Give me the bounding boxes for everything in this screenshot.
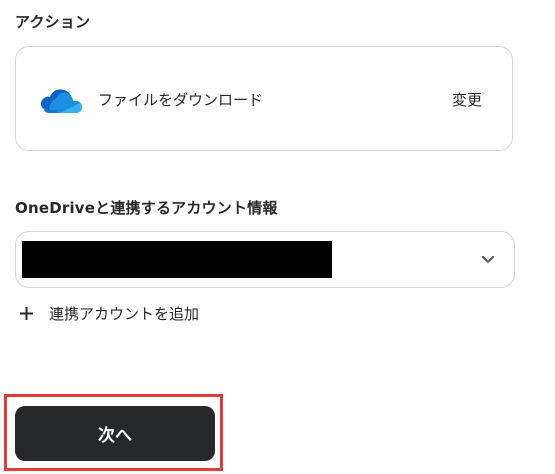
change-action-button[interactable]: 変更	[452, 89, 482, 110]
add-account-label: 連携アカウントを追加	[49, 304, 200, 323]
account-select[interactable]	[15, 231, 515, 288]
action-card: ファイルをダウンロード 変更	[15, 46, 513, 151]
redacted-account-value	[22, 241, 332, 278]
plus-icon	[18, 305, 35, 322]
account-section-label: OneDriveと連携するアカウント情報	[15, 199, 278, 217]
add-account-button[interactable]: 連携アカウントを追加	[18, 302, 199, 324]
onedrive-icon	[38, 84, 84, 116]
action-section-label: アクション	[15, 13, 91, 31]
action-name: ファイルをダウンロード	[98, 91, 264, 109]
chevron-down-icon	[480, 251, 496, 267]
next-button[interactable]: 次へ	[15, 406, 215, 461]
